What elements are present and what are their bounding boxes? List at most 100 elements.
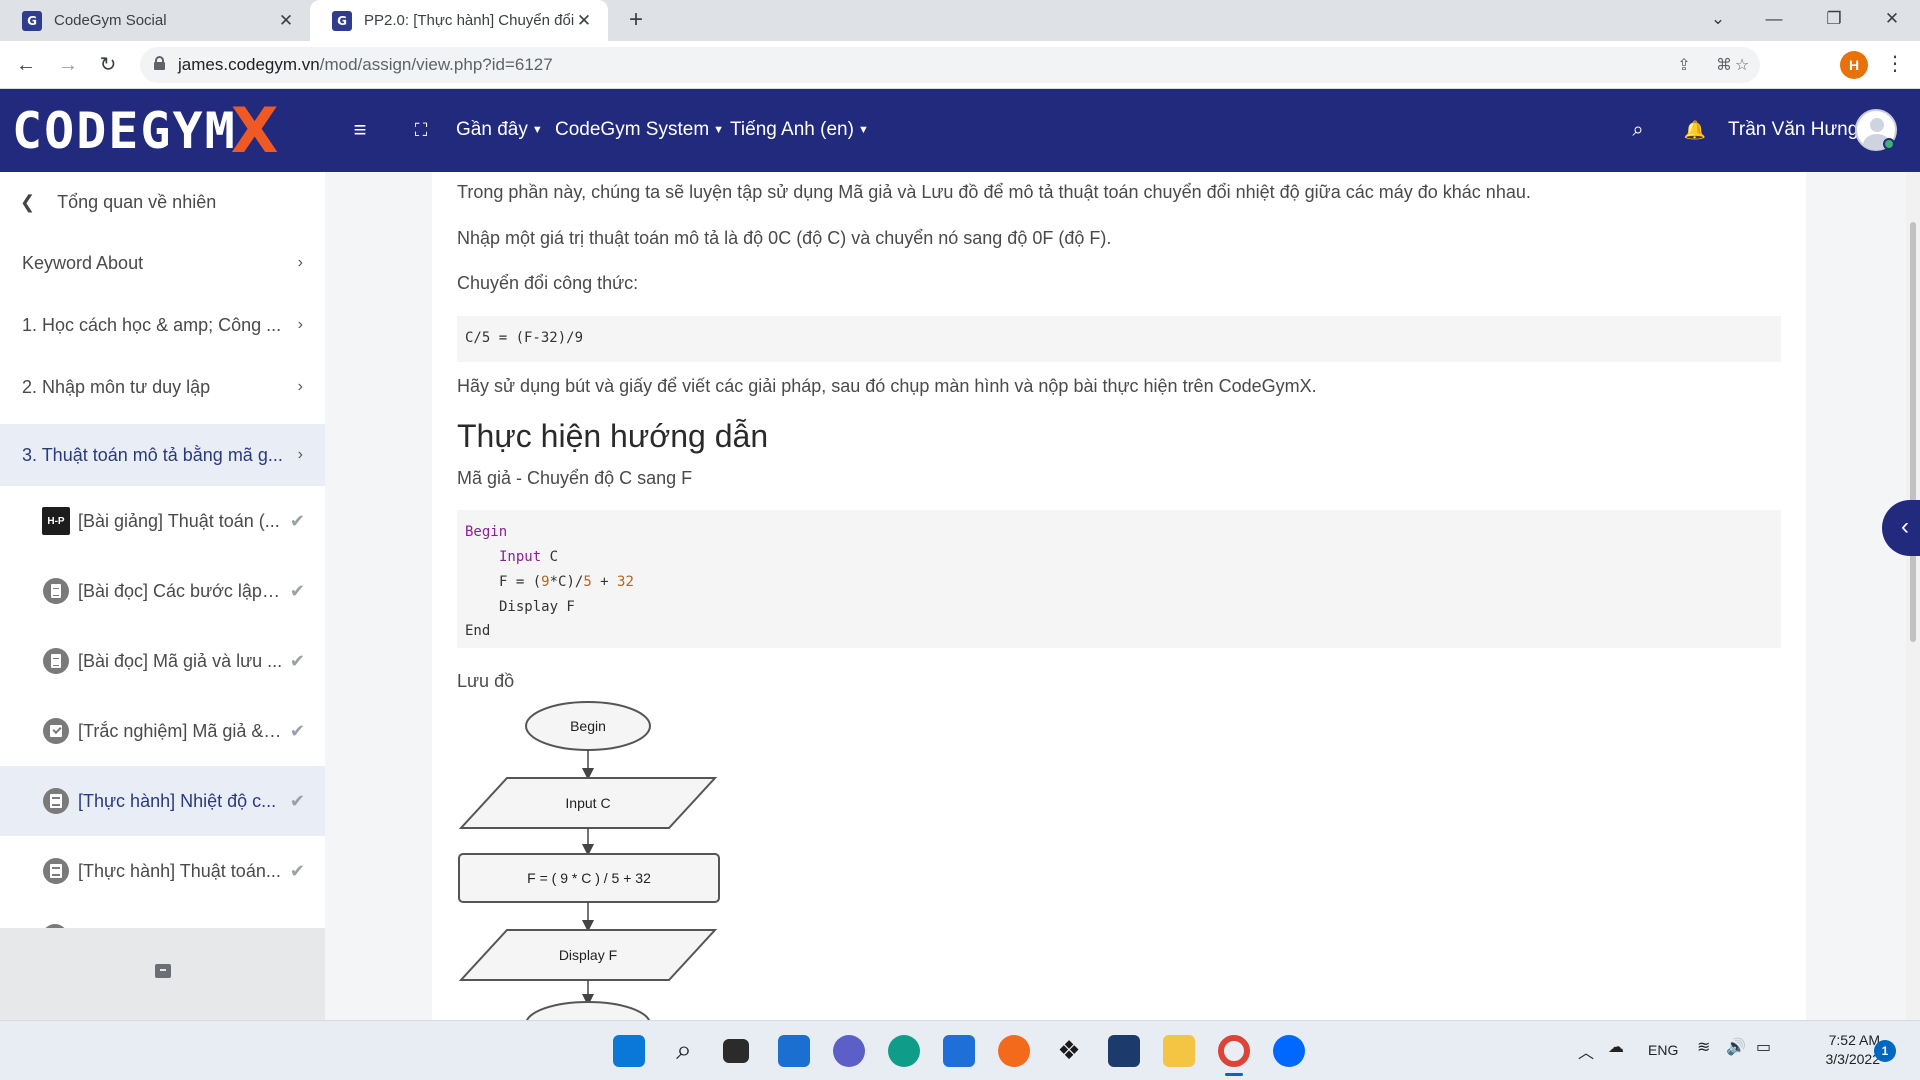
code-assign-line: F = (9*C)/5 + 32	[499, 574, 634, 590]
chrome-icon[interactable]	[1218, 1035, 1250, 1067]
online-status-dot	[1883, 138, 1895, 150]
menu-recent[interactable]: Gần đây ▼	[456, 119, 543, 141]
chevron-right-icon: ›	[297, 378, 303, 395]
flow-process-text: F = ( 9 * C ) / 5 + 32	[527, 870, 651, 886]
h5p-icon: H-P	[42, 507, 70, 535]
sidebar-activity-current[interactable]: [Thực hành] Nhiệt độ c... ✔	[0, 766, 325, 836]
volume-icon[interactable]: 🔊	[1726, 1037, 1746, 1057]
notification-bell-icon[interactable]: 🔔	[1680, 115, 1710, 145]
onedrive-cloud-icon[interactable]: ☁	[1608, 1037, 1624, 1057]
browser-menu-icon[interactable]: ⋮	[1885, 51, 1905, 79]
pseudocode-block: Begin Input C F = (9*C)/5 + 32 Display F…	[457, 510, 1781, 648]
chevron-right-icon: ›	[297, 316, 303, 333]
sidebar-section-2[interactable]: 2. Nhập môn tư duy lập ›	[0, 356, 325, 418]
fullscreen-icon[interactable]: ⛶	[406, 115, 436, 145]
sidebar-section-keyword[interactable]: Keyword About ›	[0, 232, 325, 294]
user-name[interactable]: Trần Văn Hưng	[1728, 119, 1858, 141]
sidebar-activity[interactable]: H-P [Bài giảng] Thuật toán (... ✔	[0, 486, 325, 556]
sidebar-back-link[interactable]: ❮ Tổng quan về nhiên	[0, 172, 325, 232]
site-navbar: CODEGYM X ≡ ⛶ Gần đây ▼ CodeGym System ▼ Ti…	[0, 89, 1920, 172]
tab-search-chevron-icon[interactable]: ⌄	[1690, 0, 1746, 41]
profile-avatar[interactable]: H	[1840, 51, 1868, 79]
sidebar-item-label: 2. Nhập môn tư duy lập	[22, 376, 211, 397]
page-icon	[43, 578, 69, 604]
minimize-button[interactable]: —	[1746, 0, 1802, 41]
assignment-icon	[43, 858, 69, 884]
menu-language[interactable]: Tiếng Anh (en) ▼	[730, 119, 869, 141]
share-icon[interactable]: ⇪	[1672, 55, 1696, 75]
file-explorer-icon[interactable]	[1163, 1035, 1195, 1067]
language-indicator[interactable]: ENG	[1648, 1042, 1678, 1058]
flowchart-diagram: Begin Input C F = ( 9 * C ) / 5 + 32 Dis…	[458, 701, 720, 1020]
store-icon[interactable]	[943, 1035, 975, 1067]
checkmark-icon: ✔	[289, 720, 305, 741]
sidebar-item-label: [Thực hành] Nhiệt độ c...	[78, 790, 277, 811]
code-input-line: Input C	[499, 549, 559, 565]
dropbox-icon[interactable]: ❖	[1053, 1035, 1085, 1067]
close-tab-icon[interactable]: ✕	[574, 11, 594, 31]
back-button[interactable]: ←	[10, 49, 42, 81]
sidebar-item-label: 3. Thuật toán mô tả bằng mã g...	[22, 444, 283, 465]
zalo-icon[interactable]	[1273, 1035, 1305, 1067]
search-taskbar-icon[interactable]: ⌕	[668, 1035, 700, 1067]
instruction-text: Hãy sử dụng bút và giấy để viết các giải…	[457, 376, 1317, 396]
battery-icon[interactable]: ▭	[1756, 1037, 1771, 1057]
tab-assignment[interactable]: G PP2.0: [Thực hành] Chuyển đổi th ✕	[310, 0, 608, 41]
new-tab-button[interactable]: +	[622, 6, 650, 34]
reload-button[interactable]: ↻	[92, 49, 124, 81]
windows-taskbar: ⌕ ❖ ︿ ☁ ENG ≋ 🔊 ▭ 7:52 AM 3/3/2022 1	[0, 1020, 1920, 1080]
chevron-up-icon[interactable]: ︿	[1578, 1039, 1594, 1063]
wifi-icon[interactable]: ≋	[1697, 1037, 1710, 1057]
code-display-line: Display F	[499, 599, 575, 615]
firefox-icon[interactable]	[998, 1035, 1030, 1067]
bookmark-star-icon[interactable]: ☆	[1730, 55, 1754, 75]
tab-codegym-social[interactable]: G CodeGym Social ✕	[0, 0, 310, 41]
intro-text: Trong phần này, chúng ta sẽ luyện tập sử…	[457, 182, 1531, 202]
task-view-icon[interactable]	[723, 1039, 749, 1063]
codegymx-logo[interactable]: CODEGYM X	[12, 94, 279, 167]
restore-button[interactable]: ❐	[1806, 0, 1862, 41]
sidebar-activity[interactable]: [Bài đọc] Các bước lập t... ✔	[0, 556, 325, 626]
browser-tab-strip: G CodeGym Social ✕ G PP2.0: [Thực hành] …	[0, 0, 1920, 41]
hamburger-menu-icon[interactable]: ≡	[345, 115, 375, 145]
windows-start-icon[interactable]	[613, 1035, 645, 1067]
sidebar-activity[interactable]: [Thực hành] Thuật toán... ✔	[0, 836, 325, 906]
url-text: james.codegym.vn/mod/assign/view.php?id=…	[178, 55, 553, 74]
sidebar-item-label: 1. Học cách học & amp; Công ...	[22, 314, 282, 335]
task-text: Nhập một giá trị thuật toán mô tả là độ …	[457, 228, 1112, 248]
checkmark-icon: ✔	[289, 860, 305, 881]
close-tab-icon[interactable]: ✕	[276, 11, 296, 31]
quiz-icon	[43, 718, 69, 744]
forward-button[interactable]: →	[52, 49, 84, 81]
checkmark-icon: ✔	[289, 650, 305, 671]
url-field[interactable]: james.codegym.vn/mod/assign/view.php?id=…	[140, 47, 1760, 83]
search-icon[interactable]: ⌕	[1623, 115, 1653, 145]
app-icon[interactable]	[1108, 1035, 1140, 1067]
sidebar-activity[interactable]: [Bài đọc] Mã giả và lưu ... ✔	[0, 626, 325, 696]
sidebar-section-1[interactable]: 1. Học cách học & amp; Công ... ›	[0, 294, 325, 356]
sidebar-section-3[interactable]: 3. Thuật toán mô tả bằng mã g... ›	[0, 424, 325, 486]
sidebar-activity[interactable]: [Trắc nghiệm] Mã giả & ... ✔	[0, 696, 325, 766]
notification-badge[interactable]: 1	[1874, 1040, 1896, 1062]
lock-icon	[154, 56, 165, 70]
scrollbar-thumb[interactable]	[1910, 222, 1916, 642]
address-toolbar: ← → ↻ james.codegym.vn/mod/assign/view.p…	[0, 41, 1920, 89]
caret-down-icon: ▼	[857, 123, 869, 136]
logo-x: X	[230, 94, 279, 167]
sidebar-item-label: Keyword About	[22, 252, 144, 273]
flow-input-text: Input C	[565, 795, 610, 811]
assignment-content: Trong phần này, chúng ta sẽ luyện tập sử…	[432, 172, 1806, 1020]
caret-down-icon: ▼	[713, 123, 725, 136]
archive-icon[interactable]	[155, 964, 171, 978]
sidebar-item-label: [Bài đọc] Mã giả và lưu ...	[78, 650, 283, 671]
teams-chat-icon[interactable]	[833, 1035, 865, 1067]
menu-codegym-system[interactable]: CodeGym System ▼	[555, 119, 724, 141]
sidebar-footer	[0, 928, 325, 1020]
edge-icon[interactable]	[888, 1035, 920, 1067]
widgets-icon[interactable]	[778, 1035, 810, 1067]
close-window-button[interactable]: ✕	[1864, 0, 1920, 41]
sidebar-item-label: Tổng quan về nhiên	[57, 191, 217, 212]
sidebar-item-label: [Trắc nghiệm] Mã giả & ...	[78, 720, 283, 741]
sidebar-item-label: [Thực hành] Thuật toán...	[78, 860, 281, 881]
clock[interactable]: 7:52 AM 3/3/2022	[1790, 1031, 1881, 1069]
